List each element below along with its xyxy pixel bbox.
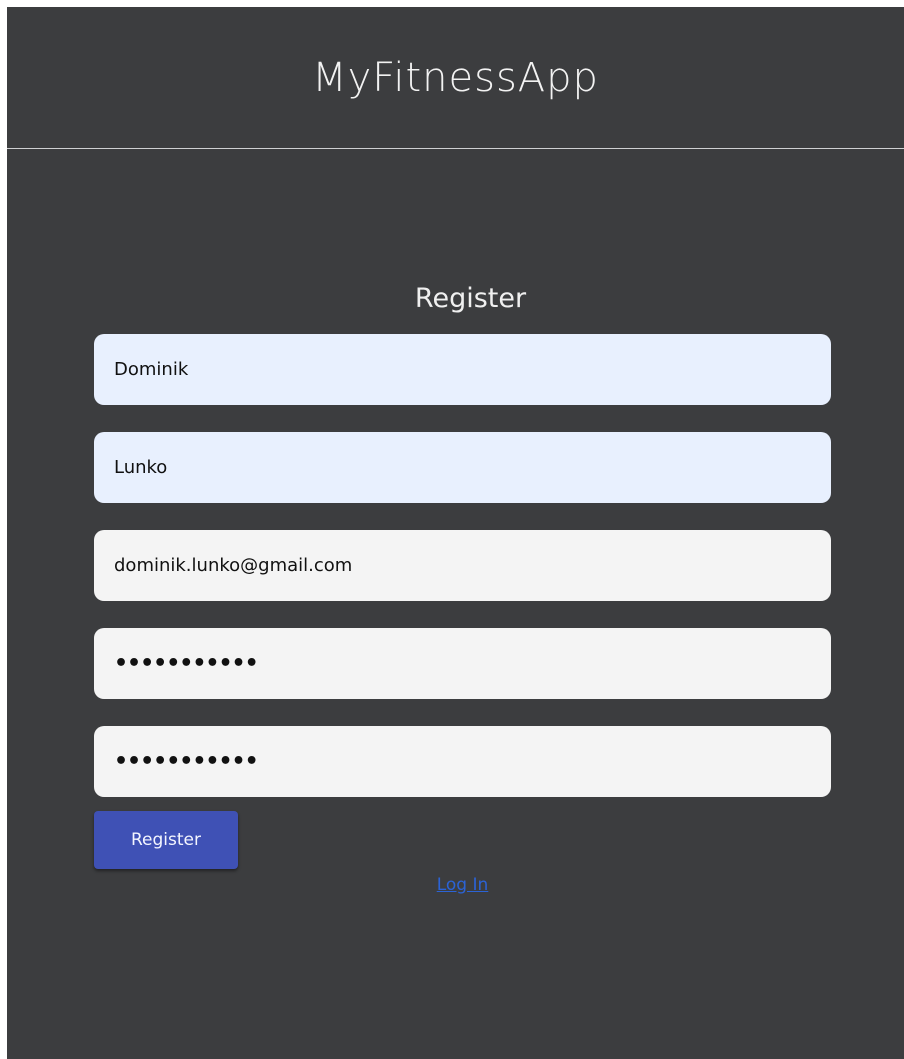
register-heading: Register <box>414 283 527 314</box>
login-link-container: Log In <box>7 875 904 895</box>
password-field[interactable]: ••••••••••• <box>94 628 831 699</box>
login-link[interactable]: Log In <box>437 875 489 895</box>
register-button[interactable]: Register <box>94 811 238 869</box>
app-header: MyFitnessApp <box>7 7 904 149</box>
email-field[interactable]: dominik.lunko@gmail.com <box>94 530 831 601</box>
confirm-password-field[interactable]: ••••••••••• <box>94 726 831 797</box>
app-title: MyFitnessApp <box>312 54 599 101</box>
last-name-field[interactable]: Lunko <box>94 432 831 503</box>
app-frame: MyFitnessApp Register Dominik Lunko domi… <box>7 7 904 1059</box>
first-name-field[interactable]: Dominik <box>94 334 831 405</box>
